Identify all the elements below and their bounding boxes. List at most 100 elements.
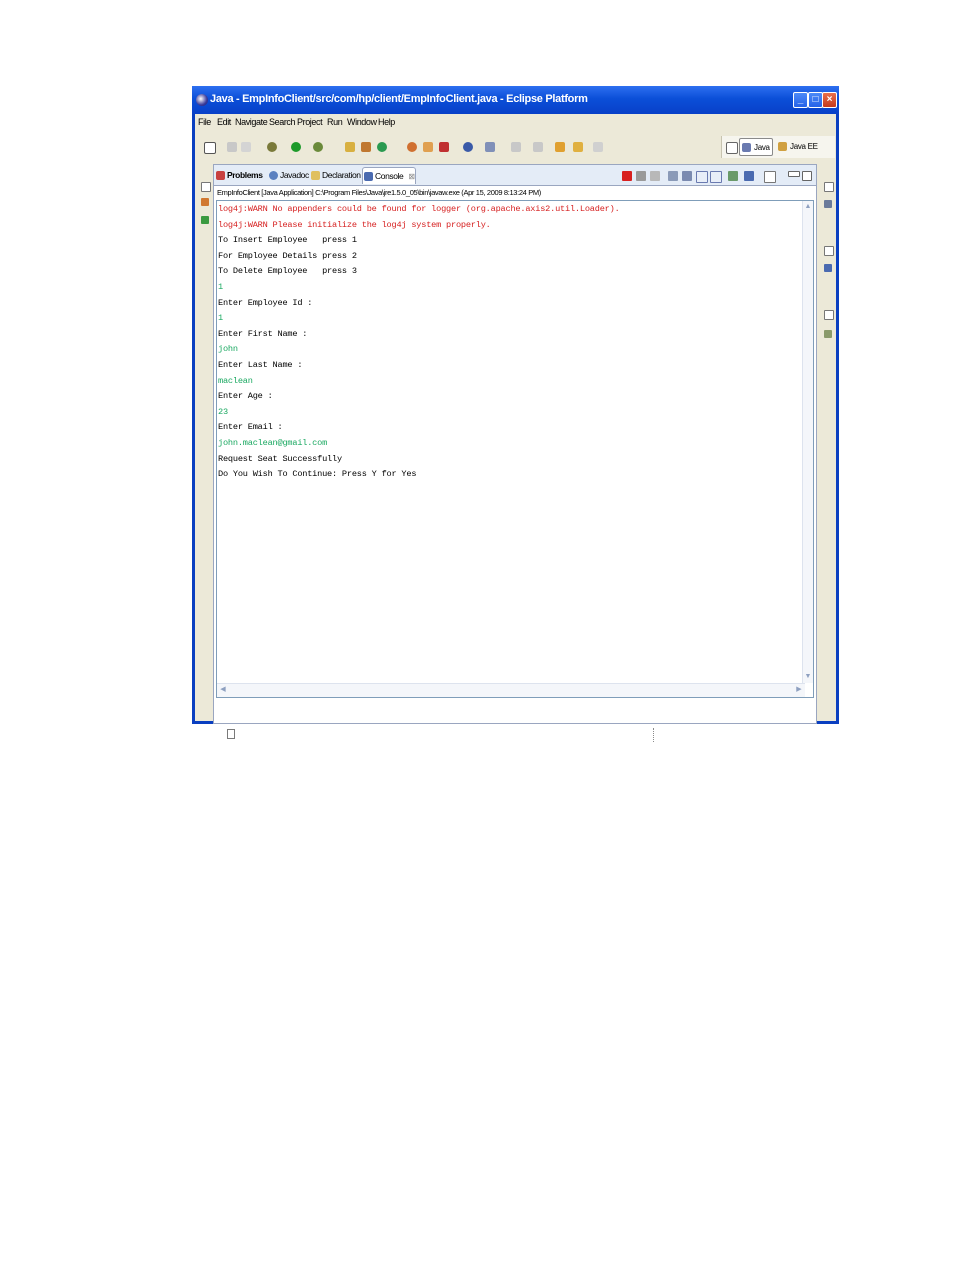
menu-file[interactable]: File — [198, 117, 211, 127]
console-line: Enter Age : — [218, 391, 273, 402]
outline-icon[interactable] — [824, 200, 832, 208]
new-icon[interactable] — [204, 142, 216, 154]
java-perspective-icon — [742, 143, 751, 152]
scroll-right-icon[interactable]: ▶ — [795, 686, 803, 694]
console-view: Problems Javadoc Declaration Console ⊠ E… — [213, 164, 817, 724]
maximize-view-icon[interactable] — [802, 171, 812, 181]
show-console-output-icon[interactable] — [696, 171, 708, 183]
console-line: 1 — [218, 313, 223, 324]
tab-declaration[interactable]: Declaration — [310, 167, 362, 184]
minimize-button[interactable]: _ — [793, 92, 808, 108]
scroll-left-icon[interactable]: ◀ — [219, 686, 227, 694]
console-line: 23 — [218, 406, 228, 417]
pin-console-icon[interactable] — [728, 171, 738, 181]
console-output[interactable]: log4j:WARN No appenders could be found f… — [216, 200, 814, 698]
run-icon[interactable] — [291, 142, 301, 152]
perspective-java-ee[interactable]: Java EE — [776, 138, 830, 156]
minimize-view-icon[interactable] — [788, 171, 800, 177]
new-class-icon[interactable] — [377, 142, 387, 152]
console-launch-label: EmpInfoClient [Java Application] C:\Prog… — [217, 188, 541, 197]
eclipse-icon — [196, 94, 208, 106]
console-line: log4j:WARN Please initialize the log4j s… — [218, 219, 491, 230]
perspective-java[interactable]: Java — [739, 138, 773, 156]
open-perspective-icon[interactable] — [726, 142, 738, 154]
external-tools-icon[interactable] — [313, 142, 323, 152]
menu-window[interactable]: Window — [347, 117, 377, 127]
console-line: Enter Employee Id : — [218, 297, 313, 308]
type-hierarchy-icon[interactable] — [824, 264, 832, 272]
console-line: Enter First Name : — [218, 328, 308, 339]
perspective-switcher: Java Java EE — [721, 136, 835, 158]
console-lines: log4j:WARN No appenders could be found f… — [218, 202, 803, 483]
show-error-output-icon[interactable] — [710, 171, 722, 183]
restore-icon[interactable] — [824, 182, 834, 192]
open-console-icon[interactable] — [764, 171, 776, 183]
menu-edit[interactable]: Edit — [217, 117, 231, 127]
console-line: Enter Email : — [218, 422, 283, 433]
view-tabs: Problems Javadoc Declaration Console ⊠ — [214, 165, 816, 186]
globe-icon[interactable] — [463, 142, 473, 152]
maximize-button[interactable]: □ — [808, 92, 823, 108]
console-line: Request Seat Successfully — [218, 453, 342, 464]
menu-bar: File Edit Navigate Search Project Run Wi… — [195, 114, 836, 132]
clear-console-icon[interactable] — [668, 171, 678, 181]
package-explorer-icon[interactable] — [201, 198, 209, 206]
restore-icon[interactable] — [824, 310, 834, 320]
tab-problems[interactable]: Problems — [215, 167, 267, 184]
server-icon[interactable] — [407, 142, 417, 152]
back-icon[interactable] — [573, 142, 583, 152]
menu-navigate[interactable]: Navigate — [235, 117, 268, 127]
restore-icon[interactable] — [201, 182, 211, 192]
terminate-icon[interactable] — [622, 171, 632, 181]
console-line: log4j:WARN No appenders could be found f… — [218, 204, 620, 214]
save-icon[interactable] — [227, 142, 237, 152]
close-button[interactable]: × — [822, 92, 837, 108]
vertical-scrollbar[interactable]: ▲ ▼ — [802, 201, 813, 683]
javadoc-icon — [269, 171, 278, 180]
left-trim-stack — [198, 164, 212, 724]
forward-icon[interactable] — [593, 142, 603, 152]
deploy-icon[interactable] — [423, 142, 433, 152]
menu-search[interactable]: Search — [269, 117, 296, 127]
status-separator — [653, 728, 655, 742]
console-line: To Delete Employee press 3 — [218, 266, 357, 277]
menu-run[interactable]: Run — [327, 117, 343, 127]
horizontal-scrollbar[interactable]: ◀ ▶ — [217, 683, 805, 697]
next-annotation-icon[interactable] — [511, 142, 521, 152]
scroll-down-icon[interactable]: ▼ — [804, 673, 812, 681]
console-line: To Insert Employee press 1 — [218, 235, 357, 246]
hierarchy-icon[interactable] — [201, 216, 209, 224]
display-console-icon[interactable] — [744, 171, 754, 181]
previous-annotation-icon[interactable] — [533, 142, 543, 152]
menu-project[interactable]: Project — [297, 117, 323, 127]
remove-all-terminated-icon[interactable] — [650, 171, 660, 181]
workbench: File Edit Navigate Search Project Run Wi… — [195, 114, 836, 742]
status-bar — [195, 726, 836, 746]
new-java-project-icon[interactable] — [345, 142, 355, 152]
console-line: For Employee Details press 2 — [218, 250, 357, 261]
scroll-up-icon[interactable]: ▲ — [804, 203, 812, 211]
right-trim-stack — [821, 164, 835, 724]
console-line: 1 — [218, 281, 223, 292]
tab-console[interactable]: Console ⊠ — [362, 167, 416, 184]
debug-icon[interactable] — [267, 142, 277, 152]
problems-icon — [216, 171, 225, 180]
open-type-icon[interactable] — [439, 142, 449, 152]
console-line: maclean — [218, 375, 253, 386]
fast-view-icon[interactable] — [227, 729, 235, 739]
last-edit-icon[interactable] — [555, 142, 565, 152]
tasks-icon[interactable] — [824, 330, 832, 338]
restore-icon[interactable] — [824, 246, 834, 256]
scroll-lock-icon[interactable] — [682, 171, 692, 181]
new-package-icon[interactable] — [361, 142, 371, 152]
close-tab-icon[interactable]: ⊠ — [408, 172, 415, 181]
tab-javadoc[interactable]: Javadoc — [268, 167, 310, 184]
console-line: john — [218, 344, 238, 355]
remove-launch-icon[interactable] — [636, 171, 646, 181]
console-line: Enter Last Name : — [218, 359, 303, 370]
menu-help[interactable]: Help — [378, 117, 395, 127]
print-icon[interactable] — [241, 142, 251, 152]
task-icon[interactable] — [485, 142, 495, 152]
title-bar[interactable]: Java - EmpInfoClient/src/com/hp/client/E… — [192, 86, 839, 114]
console-icon — [364, 172, 373, 181]
